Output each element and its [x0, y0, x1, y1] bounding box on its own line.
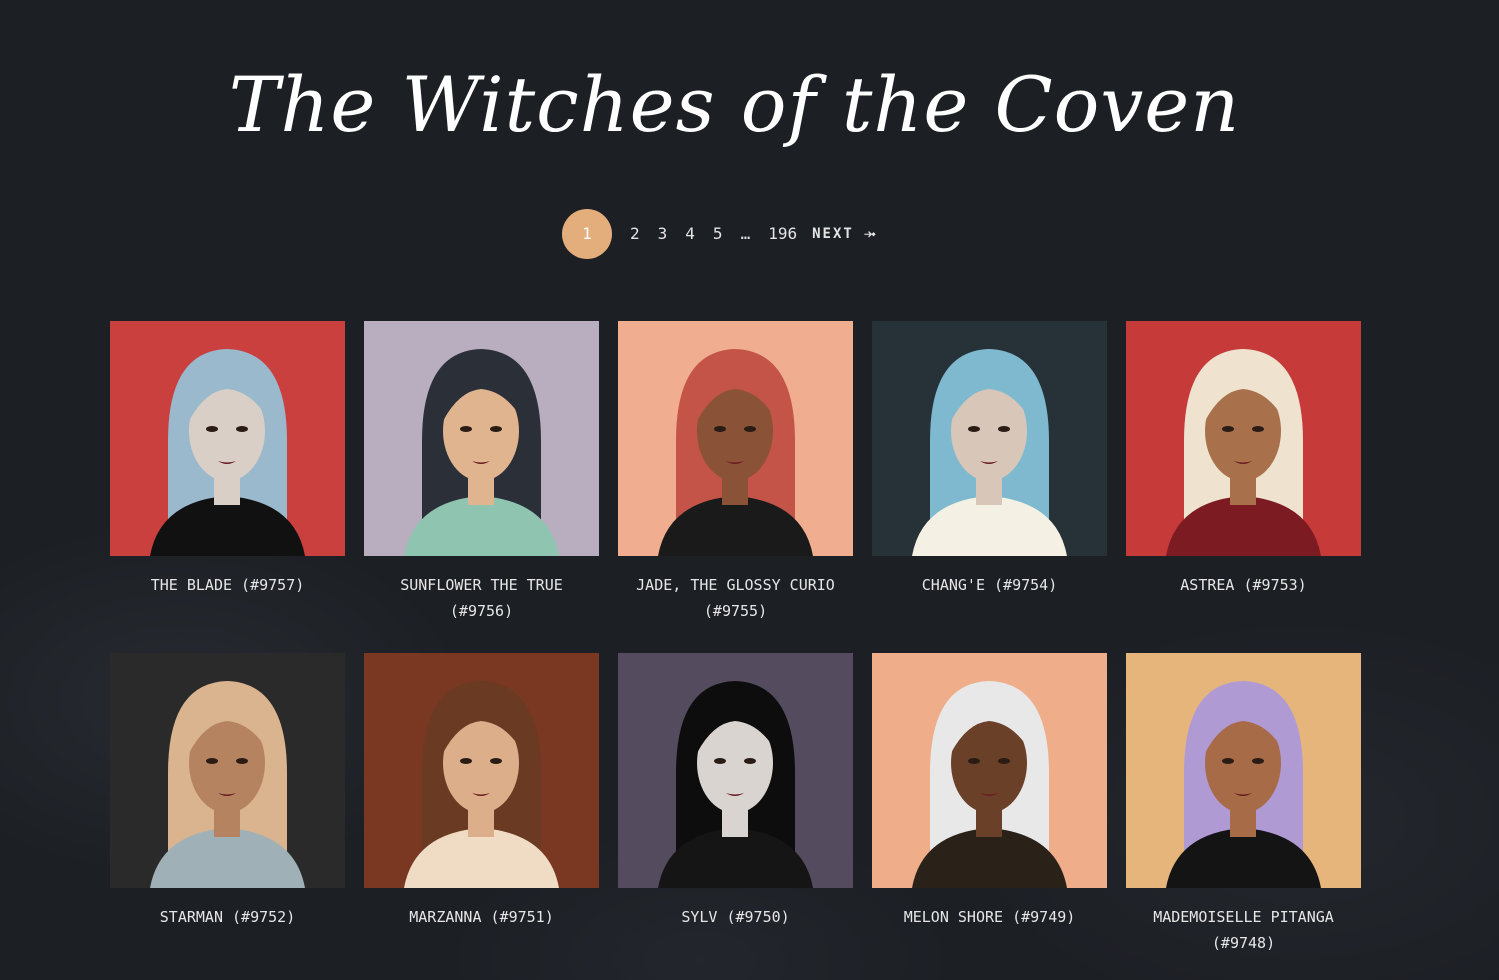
witch-card[interactable]: MELON SHORE (#9749) [872, 653, 1107, 956]
witch-name[interactable]: JADE, THE GLOSSY CURIO (#9755) [618, 572, 853, 624]
pagination-ellipsis: … [740, 224, 751, 243]
witch-portrait[interactable] [364, 321, 599, 556]
witch-portrait[interactable] [364, 653, 599, 888]
witch-portrait[interactable] [110, 653, 345, 888]
page-link-196[interactable]: 196 [759, 210, 806, 258]
witch-card[interactable]: STARMAN (#9752) [110, 653, 345, 956]
next-page-link[interactable]: NEXT ⤞ [806, 210, 886, 258]
witch-gallery: THE BLADE (#9757) SUNFLOWER THE TRUE (#97… [110, 321, 1361, 956]
page-title: The Witches of the Coven [228, 60, 1241, 149]
witch-portrait[interactable] [872, 653, 1107, 888]
witch-portrait[interactable] [110, 321, 345, 556]
witch-portrait[interactable] [1126, 321, 1361, 556]
witch-card[interactable]: ASTREA (#9753) [1126, 321, 1361, 653]
witch-card[interactable]: MARZANNA (#9751) [364, 653, 599, 956]
witch-portrait[interactable] [1126, 653, 1361, 888]
witch-name[interactable]: THE BLADE (#9757) [110, 572, 345, 598]
witch-portrait[interactable] [872, 321, 1107, 556]
witch-card[interactable]: CHANG'E (#9754) [872, 321, 1107, 653]
witch-card[interactable]: THE BLADE (#9757) [110, 321, 345, 653]
witch-name[interactable]: MADEMOISELLE PITANGA (#9748) [1126, 904, 1361, 956]
witch-card[interactable]: SUNFLOWER THE TRUE (#9756) [364, 321, 599, 653]
witch-card[interactable]: MADEMOISELLE PITANGA (#9748) [1126, 653, 1361, 956]
page-link-4[interactable]: 4 [676, 210, 704, 258]
witch-card[interactable]: JADE, THE GLOSSY CURIO (#9755) [618, 321, 853, 653]
page-link-3[interactable]: 3 [649, 210, 677, 258]
witch-portrait[interactable] [618, 321, 853, 556]
witch-name[interactable]: STARMAN (#9752) [110, 904, 345, 930]
witch-name[interactable]: MELON SHORE (#9749) [872, 904, 1107, 930]
witch-name[interactable]: CHANG'E (#9754) [872, 572, 1107, 598]
pagination: 1 2 3 4 5 … 196 NEXT ⤞ [562, 209, 886, 259]
witch-portrait[interactable] [618, 653, 853, 888]
witch-name[interactable]: ASTREA (#9753) [1126, 572, 1361, 598]
witch-name[interactable]: MARZANNA (#9751) [364, 904, 599, 930]
witch-name[interactable]: SUNFLOWER THE TRUE (#9756) [364, 572, 599, 624]
page-link-1[interactable]: 1 [562, 209, 612, 259]
page-link-2[interactable]: 2 [621, 210, 649, 258]
witch-card[interactable]: SYLV (#9750) [618, 653, 853, 956]
page-link-5[interactable]: 5 [704, 210, 732, 258]
witch-name[interactable]: SYLV (#9750) [618, 904, 853, 930]
